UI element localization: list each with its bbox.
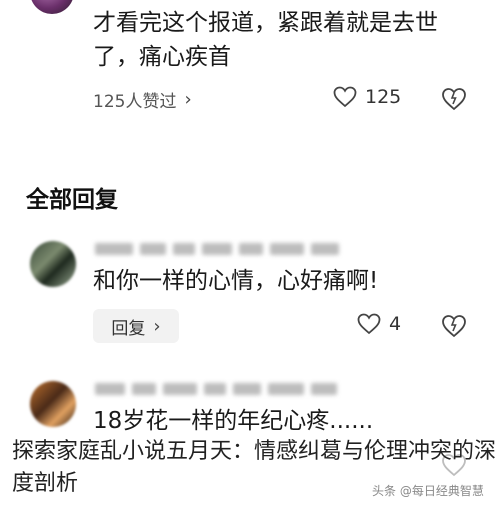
replies-link[interactable]: 125人赞过 › [93,87,192,112]
reply-text: 和你一样的心情，心好痛啊! [93,268,379,294]
like-button[interactable]: 125 [333,86,401,108]
watermark: 头条 @每日经典智慧 [372,484,484,498]
username-blurred [95,383,337,395]
avatar[interactable] [30,0,74,14]
dislike-icon[interactable] [441,86,467,112]
reply-button-label: 回复 [111,318,146,339]
reply-text: 18岁花一样的年纪心疼...... [93,408,374,434]
replies-link-label: 125人赞过 [93,92,177,112]
avatar[interactable] [30,241,76,287]
avatar[interactable] [30,381,76,427]
like-count: 125 [365,86,402,108]
section-title: 全部回复 [26,187,118,213]
top-comment-text: 才看完这个报道，紧跟着就是去世了，痛心疾首 [93,10,438,70]
dislike-icon[interactable] [441,313,467,339]
like-button[interactable]: 4 [357,313,401,335]
chevron-right-icon: › [153,315,161,337]
heart-icon [333,86,357,108]
reply-button[interactable]: 回复 › [93,309,179,343]
heart-icon [357,313,381,335]
username-blurred [95,243,339,255]
chevron-right-icon: › [184,89,192,110]
like-count: 4 [389,313,402,335]
